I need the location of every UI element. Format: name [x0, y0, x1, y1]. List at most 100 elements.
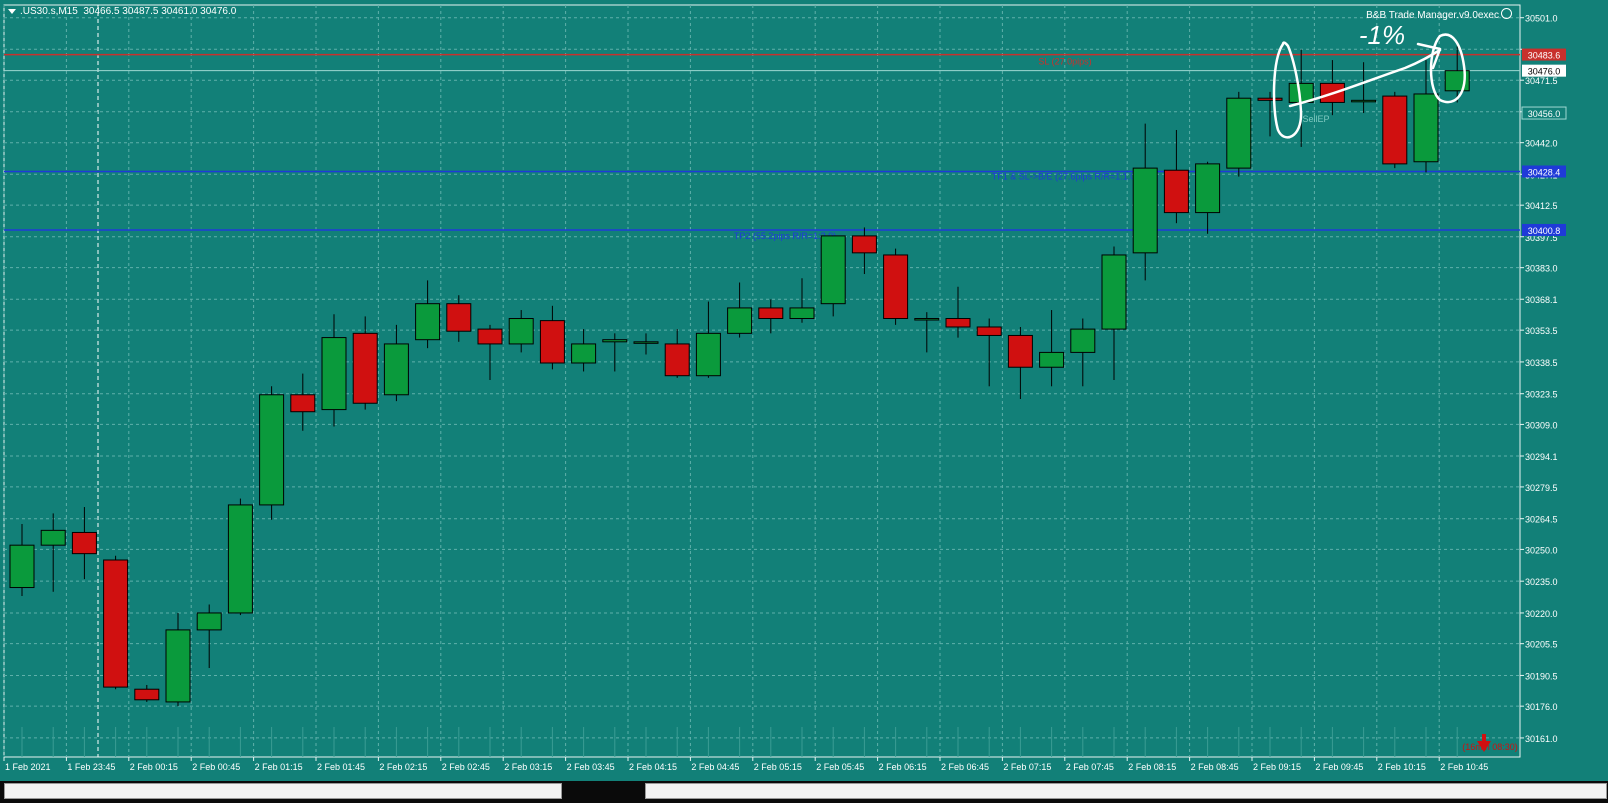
y-tick-label: 30264.5: [1525, 515, 1558, 525]
chart-tab[interactable]: [4, 783, 562, 799]
bullish-candle: [508, 318, 534, 345]
bullish-candle: [165, 629, 191, 703]
entry-label: SellEP: [1302, 114, 1329, 124]
bearish-candle: [446, 303, 472, 332]
bearish-candle: [851, 235, 877, 254]
price-tag-label: 30483.6: [1528, 51, 1561, 61]
price-tag-label: 30456.0: [1528, 109, 1561, 119]
bearish-candle: [945, 318, 971, 328]
y-tick-label: 30235.0: [1525, 577, 1558, 587]
x-tick-label: 2 Feb 06:15: [879, 762, 927, 772]
y-tick-label: 30471.5: [1525, 76, 1558, 86]
y-tick-label: 30294.1: [1525, 452, 1558, 462]
bearish-candle: [539, 320, 565, 364]
bullish-candle: [1132, 167, 1158, 254]
bullish-candle: [727, 307, 753, 334]
expert-name: B&B Trade Manager.v9.0exec: [1366, 10, 1499, 21]
x-tick-label: 2 Feb 02:15: [379, 762, 427, 772]
price-tag-label: 30400.8: [1528, 226, 1561, 236]
y-tick-label: 30412.5: [1525, 201, 1558, 211]
chart-tab[interactable]: [645, 783, 1607, 799]
bullish-candle: [40, 529, 66, 546]
bullish-candle: [602, 339, 628, 343]
bullish-candle: [9, 544, 35, 589]
bullish-candle: [633, 341, 659, 344]
bullish-candle: [383, 343, 409, 396]
x-tick-label: 2 Feb 05:15: [754, 762, 802, 772]
bearish-candle: [1257, 97, 1283, 101]
bullish-candle: [789, 307, 815, 320]
price-tag-label: 30428.4: [1528, 167, 1561, 177]
freehand-circle-right: [1429, 33, 1467, 104]
bearish-candle: [1163, 169, 1189, 214]
y-tick-label: 30442.0: [1525, 139, 1558, 149]
x-tick-label: 2 Feb 10:15: [1378, 762, 1426, 772]
bullish-candle: [914, 318, 940, 321]
y-tick-label: 30220.0: [1525, 609, 1558, 619]
x-tick-label: 2 Feb 00:15: [130, 762, 178, 772]
bullish-candle: [1070, 328, 1096, 353]
x-tick-label: 2 Feb 10:45: [1440, 762, 1488, 772]
x-tick-label: 2 Feb 01:15: [255, 762, 303, 772]
bullish-candle: [1351, 99, 1377, 103]
ohlc-values: 30466.5 30487.5 30461.0 30476.0: [83, 6, 237, 17]
bearish-candle: [71, 531, 97, 555]
x-tick-label: 2 Feb 03:15: [504, 762, 552, 772]
plot-frame: [3, 4, 1521, 758]
bearish-candle: [664, 343, 690, 377]
bullish-candle: [259, 394, 285, 506]
chart-window[interactable]: 30501.030471.530442.030427.130412.530397…: [0, 0, 1608, 803]
x-tick-label: 1 Feb 2021: [5, 762, 51, 772]
x-tick-label: 2 Feb 04:45: [691, 762, 739, 772]
x-tick-label: 2 Feb 09:15: [1253, 762, 1301, 772]
y-tick-label: 30383.0: [1525, 264, 1558, 274]
x-tick-label: 2 Feb 08:45: [1191, 762, 1239, 772]
candlestick-chart[interactable]: 30501.030471.530442.030427.130412.530397…: [0, 0, 1608, 803]
bullish-candle: [1039, 351, 1065, 368]
bottom-tab-bar: [0, 781, 1608, 803]
x-tick-label: 2 Feb 05:45: [816, 762, 864, 772]
bullish-candle: [820, 235, 846, 305]
bearish-candle: [290, 394, 316, 413]
handwritten-annotation: -1%: [1359, 20, 1405, 50]
y-tick-label: 30161.0: [1525, 734, 1558, 744]
y-tick-label: 30205.5: [1525, 640, 1558, 650]
y-tick-label: 30338.5: [1525, 358, 1558, 368]
x-tick-label: 2 Feb 03:45: [567, 762, 615, 772]
x-tick-label: 1 Feb 23:45: [67, 762, 115, 772]
symbol-header: .US30.s,M15 30466.5 30487.5 30461.0 3047…: [8, 6, 236, 17]
bullish-candle: [196, 612, 222, 631]
x-tick-label: 2 Feb 08:15: [1128, 762, 1176, 772]
bullish-candle: [1413, 93, 1439, 163]
y-tick-label: 30501.0: [1525, 14, 1558, 24]
symbol-name: .US30.s,M15: [20, 6, 78, 17]
y-tick-label: 30176.0: [1525, 702, 1558, 712]
bearish-candle: [758, 307, 784, 320]
bearish-candle: [1382, 95, 1408, 165]
price-tag-label: 30476.0: [1528, 67, 1561, 77]
y-tick-label: 30279.5: [1525, 483, 1558, 493]
bearish-candle: [134, 688, 160, 701]
x-tick-label: 2 Feb 02:45: [442, 762, 490, 772]
y-tick-label: 30368.1: [1525, 295, 1558, 305]
y-tick-label: 30309.0: [1525, 420, 1558, 430]
bullish-candle: [1101, 254, 1127, 330]
y-tick-label: 30190.5: [1525, 671, 1558, 681]
x-tick-label: 2 Feb 07:45: [1066, 762, 1114, 772]
bullish-candle: [571, 343, 597, 364]
bearish-candle: [477, 328, 503, 345]
x-tick-label: 2 Feb 06:45: [941, 762, 989, 772]
expert-advisor-label[interactable]: B&B Trade Manager.v9.0exec: [1366, 8, 1512, 21]
y-tick-label: 30323.5: [1525, 390, 1558, 400]
bullish-candle: [695, 332, 721, 377]
x-tick-label: 2 Feb 07:15: [1003, 762, 1051, 772]
bearish-candle: [352, 332, 378, 404]
candle-timer: (16min 08:30): [1462, 742, 1518, 752]
smiley-icon: [1501, 8, 1512, 19]
collapse-triangle-icon[interactable]: [8, 8, 16, 14]
take-profit-1-label: TF1 & SL->B/E (27.6pips R/R=1:1.0): [992, 171, 1139, 181]
bullish-candle: [415, 303, 441, 341]
bearish-candle: [976, 326, 1002, 336]
bearish-candle: [103, 559, 129, 688]
bullish-candle: [1195, 163, 1221, 214]
